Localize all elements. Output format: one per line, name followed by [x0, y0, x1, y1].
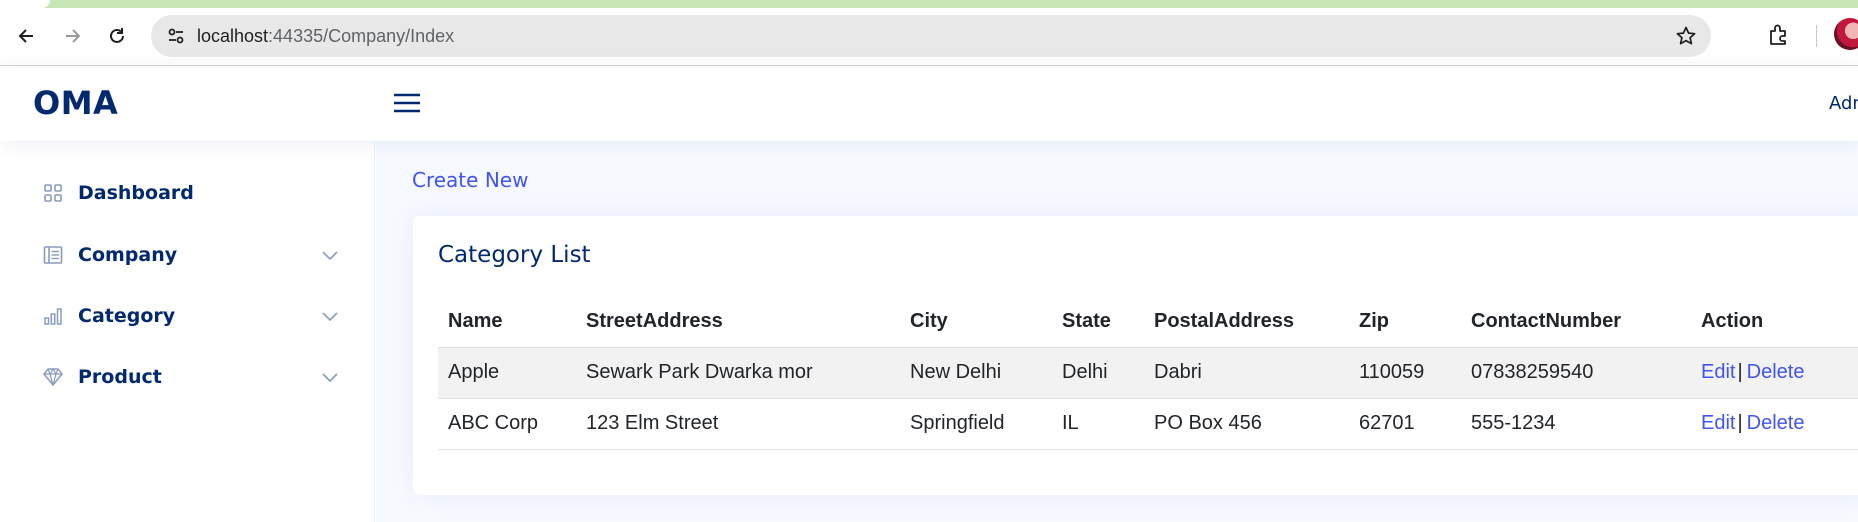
cell-state: IL [1052, 398, 1144, 450]
column-header: ContactNumber [1461, 296, 1691, 348]
table-row: ABC Corp 123 Elm Street Springfield IL P… [438, 398, 1858, 450]
gem-icon [42, 366, 64, 388]
sidebar: Dashboard Company Category Product [0, 141, 375, 522]
url-path: :44335/Company/Index [268, 26, 455, 46]
sidebar-item-label: Dashboard [78, 182, 194, 204]
chevron-down-icon [322, 373, 338, 383]
cell-zip: 110059 [1349, 347, 1461, 399]
main-content: Create New Category List Name StreetAddr… [376, 141, 1858, 522]
sidebar-item-label: Company [78, 244, 178, 266]
cell-street: 123 Elm Street [576, 398, 900, 450]
column-header: PostalAddress [1144, 296, 1349, 348]
sidebar-item-label: Category [78, 305, 176, 327]
reload-icon [110, 28, 124, 43]
profile-avatar[interactable] [1834, 18, 1858, 50]
bar-chart-icon [42, 305, 64, 327]
cell-contact: 555-1234 [1461, 398, 1691, 450]
cell-street: Sewark Park Dwarka mor [576, 347, 900, 399]
delete-link[interactable]: Delete [1747, 361, 1805, 383]
arrow-right-icon [66, 29, 81, 43]
sidebar-item-company[interactable]: Company [24, 233, 346, 277]
edit-link[interactable]: Edit [1701, 412, 1735, 434]
sidebar-item-category[interactable]: Category [24, 294, 346, 338]
active-tab-edge[interactable] [0, 0, 50, 8]
cell-state: Delhi [1052, 347, 1144, 399]
card-title: Category List [438, 242, 591, 268]
chevron-down-icon [322, 312, 338, 322]
delete-link[interactable]: Delete [1747, 412, 1805, 434]
column-header: Zip [1349, 296, 1461, 348]
arrow-left-icon [18, 29, 33, 43]
action-separator: | [1737, 412, 1743, 434]
url-text[interactable]: localhost:44335/Company/Index [197, 26, 454, 46]
back-button[interactable] [12, 21, 42, 51]
menu-toggle-icon[interactable] [391, 87, 423, 119]
company-table: Name StreetAddress City State PostalAddr… [438, 296, 1858, 450]
app-logo[interactable]: OMA [33, 84, 118, 122]
layout-text-icon [42, 244, 64, 266]
app-header: OMA Admin [0, 67, 1858, 141]
user-menu[interactable]: Admin [1829, 93, 1858, 114]
column-header: StreetAddress [576, 296, 900, 348]
cell-actions: Edit | Delete [1691, 347, 1858, 399]
grid-icon [42, 182, 64, 204]
column-header: Name [438, 296, 576, 348]
edit-link[interactable]: Edit [1701, 361, 1735, 383]
extensions-puzzle-icon[interactable] [1766, 22, 1792, 48]
cell-contact: 07838259540 [1461, 347, 1691, 399]
sidebar-item-label: Product [78, 366, 162, 388]
tune-icon [168, 28, 184, 44]
cell-postal: PO Box 456 [1144, 398, 1349, 450]
cell-postal: Dabri [1144, 347, 1349, 399]
url-host: localhost [197, 26, 269, 46]
browser-toolbar: localhost:44335/Company/Index [0, 0, 1858, 66]
address-bar[interactable]: localhost:44335/Company/Index [151, 15, 1711, 57]
sidebar-item-product[interactable]: Product [24, 355, 346, 399]
cell-zip: 62701 [1349, 398, 1461, 450]
sidebar-item-dashboard[interactable]: Dashboard [24, 171, 346, 215]
cell-city: Springfield [900, 398, 1052, 450]
column-header: State [1052, 296, 1144, 348]
column-header: City [900, 296, 1052, 348]
site-info-button[interactable] [161, 21, 191, 51]
chevron-down-icon [322, 251, 338, 261]
forward-button[interactable] [57, 21, 87, 51]
cell-name: ABC Corp [438, 398, 576, 450]
cell-city: New Delhi [900, 347, 1052, 399]
bookmark-star-icon[interactable] [1675, 25, 1697, 47]
column-header: Action [1691, 296, 1858, 348]
tab-strip [0, 0, 1858, 8]
table-header-row: Name StreetAddress City State PostalAddr… [438, 296, 1858, 348]
action-separator: | [1737, 361, 1743, 383]
create-new-link[interactable]: Create New [412, 168, 528, 192]
cell-actions: Edit | Delete [1691, 398, 1858, 450]
reload-button[interactable] [102, 21, 132, 51]
toolbar-divider [1816, 25, 1817, 47]
cell-name: Apple [438, 347, 576, 399]
table-row: Apple Sewark Park Dwarka mor New Delhi D… [438, 347, 1858, 399]
category-list-card: Category List Name StreetAddress City St… [413, 216, 1858, 495]
